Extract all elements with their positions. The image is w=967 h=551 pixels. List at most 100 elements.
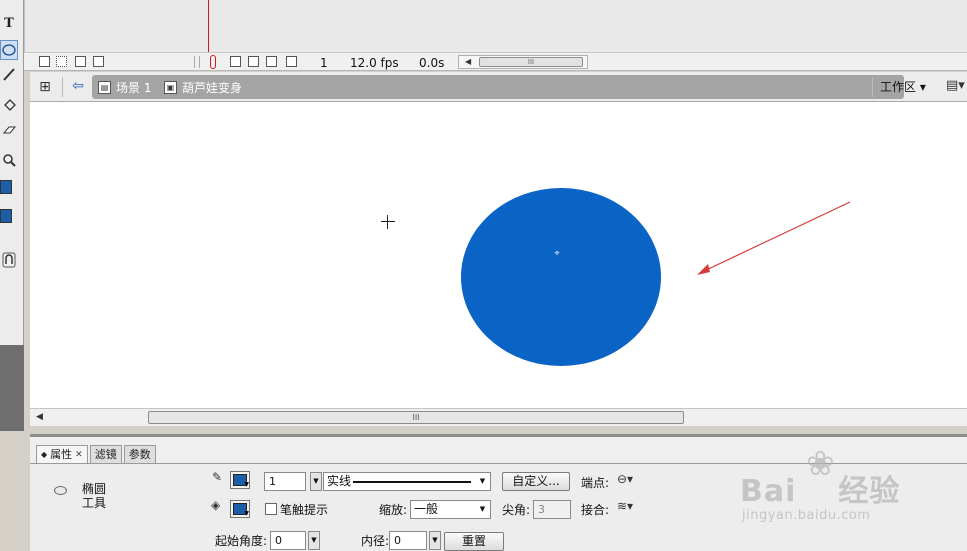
tab-filters[interactable]: 滤镜	[89, 445, 122, 463]
playhead-marker-icon[interactable]	[210, 55, 216, 69]
stroke-hinting-label: 笔触提示	[280, 503, 329, 517]
breadcrumb-symbol[interactable]: ▣ 葫芦娃变身	[164, 79, 242, 96]
tab-parameters-label: 参数	[128, 447, 151, 461]
blue-oval-shape[interactable]	[461, 188, 661, 366]
stroke-width-dropdown[interactable]: ▼	[310, 472, 322, 491]
custom-stroke-button[interactable]: 自定义...	[502, 472, 570, 491]
scale-value: 一般	[414, 502, 439, 516]
timeline-status-bar: 1 12.0 fps 0.0s ◀ III	[24, 52, 967, 71]
tab-properties[interactable]: ◆ 属性 ✕	[36, 445, 88, 463]
tab-properties-label: 属性	[50, 447, 73, 461]
start-angle-input[interactable]: 0	[270, 531, 306, 550]
pencil-icon: ✎	[212, 470, 223, 484]
tool-name-line1: 椭圆	[82, 482, 107, 496]
scroll-left-arrow-icon[interactable]: ◀	[36, 412, 43, 422]
toolbox-empty-area	[0, 345, 24, 431]
edit-multiple-frames-icon[interactable]	[286, 56, 297, 67]
symbol-label: 葫芦娃变身	[182, 81, 243, 95]
timeline-scroll-thumb[interactable]: III	[479, 57, 583, 67]
breadcrumb-scene[interactable]: ▤ 场景 1	[98, 79, 151, 96]
eraser-tool-icon[interactable]	[0, 120, 18, 140]
stage-scroll-thumb[interactable]: III	[148, 411, 684, 424]
scale-label: 缩放:	[379, 503, 408, 517]
scene-label: 场景 1	[116, 81, 152, 95]
dropdown-arrow-icon: ▼	[244, 481, 249, 488]
onion-skin-icon[interactable]	[248, 56, 259, 67]
divider-grip[interactable]	[194, 56, 200, 68]
close-icon[interactable]: ✕	[75, 447, 83, 463]
edit-scene-icon[interactable]: ▤▾	[946, 78, 965, 93]
stroke-style-preview	[353, 481, 471, 483]
reset-button[interactable]: 重置	[444, 532, 504, 551]
stroke-width-input[interactable]: 1	[264, 472, 306, 491]
timeline-frames-area[interactable]	[24, 0, 967, 52]
scroll-left-arrow-icon[interactable]: ◀	[465, 57, 471, 66]
inner-radius-input[interactable]: 0	[389, 531, 427, 550]
tool-name-line2: 工具	[82, 496, 107, 510]
back-arrow-icon[interactable]: ⇦	[70, 78, 86, 94]
crosshair-cursor-icon	[381, 215, 395, 229]
start-angle-slider-toggle[interactable]: ▼	[308, 531, 320, 550]
timeline-toggle-icon[interactable]: ⊞	[36, 78, 54, 96]
graphic-symbol-icon: ▣	[164, 81, 177, 94]
watermark-brand: Bai 经验	[740, 474, 901, 509]
paint-bucket-icon: ◈	[211, 498, 221, 512]
stage-horizontal-scrollbar[interactable]: ◀ III	[30, 408, 967, 426]
watermark-url: jingyan.baidu.com	[742, 508, 871, 523]
miter-input[interactable]: 3	[533, 500, 571, 519]
scale-select[interactable]: 一般 ▼	[410, 500, 491, 519]
center-frame-icon[interactable]	[230, 56, 241, 67]
tab-bullet-icon: ◆	[41, 449, 48, 459]
cap-style-dropdown-icon[interactable]: ⊖▾	[617, 472, 633, 486]
brush-tool-icon[interactable]	[0, 64, 18, 84]
insert-layer-icon[interactable]	[39, 56, 50, 67]
start-angle-label: 起始角度:	[215, 534, 268, 548]
stroke-style-label: 实线	[327, 474, 352, 488]
workspace-menu[interactable]: 工作区 ▾	[880, 78, 926, 95]
folder-icon[interactable]	[75, 56, 86, 67]
fill-color-picker[interactable]: ▼	[230, 500, 250, 518]
onion-outline-icon[interactable]	[266, 56, 277, 67]
join-style-dropdown-icon[interactable]: ≋▾	[617, 499, 633, 513]
trash-icon[interactable]	[93, 56, 104, 67]
panel-tabs: ◆ 属性 ✕ 滤镜 参数	[36, 445, 158, 463]
inner-radius-label: 内径:	[361, 534, 390, 548]
frame-rate[interactable]: 12.0 fps	[350, 56, 399, 70]
breadcrumb: ▤ 场景 1 ▣ 葫芦娃变身	[92, 75, 904, 99]
zoom-tool-icon[interactable]	[0, 150, 18, 170]
motion-guide-icon[interactable]	[56, 56, 67, 67]
tab-filters-label: 滤镜	[94, 447, 117, 461]
chevron-down-icon: ▼	[479, 477, 486, 485]
red-annotation-arrow	[697, 201, 851, 275]
divider	[872, 77, 873, 97]
stroke-style-select[interactable]: 实线 ▼	[323, 472, 491, 491]
workspace-label: 工作区	[880, 80, 917, 94]
text-tool-icon[interactable]: T	[0, 13, 18, 33]
cap-label: 端点:	[581, 476, 610, 490]
timeline-scrollbar[interactable]: ◀ III	[458, 55, 588, 69]
inner-radius-slider-toggle[interactable]: ▼	[429, 531, 441, 550]
join-label: 接合:	[581, 503, 610, 517]
chevron-down-icon: ▼	[479, 505, 486, 513]
stage-canvas[interactable]: ⌖	[30, 102, 967, 408]
stroke-hinting-checkbox[interactable]	[265, 503, 277, 515]
fill-color-swatch[interactable]	[0, 209, 12, 223]
miter-label: 尖角:	[502, 503, 531, 517]
current-frame: 1	[320, 56, 328, 70]
snap-magnet-icon[interactable]	[0, 250, 18, 270]
oval-tool-preview-icon	[54, 486, 67, 495]
stroke-color-swatch[interactable]	[0, 180, 12, 194]
oval-tool-icon[interactable]	[0, 40, 18, 60]
paint-bucket-tool-icon[interactable]	[0, 95, 18, 115]
baidu-jingyan-watermark: ❀ Bai 经验 jingyan.baidu.com	[740, 444, 930, 534]
dropdown-arrow-icon: ▼	[244, 510, 249, 517]
divider	[62, 77, 63, 97]
stroke-color-picker[interactable]: ▼	[230, 471, 250, 489]
toolbox: T	[0, 0, 24, 345]
elapsed-time: 0.0s	[419, 56, 445, 70]
tab-parameters[interactable]: 参数	[123, 445, 156, 463]
registration-point-icon: ⌖	[554, 249, 560, 259]
tool-name: 椭圆 工具	[82, 482, 112, 510]
playhead-line	[208, 0, 209, 52]
edit-bar: ⊞ ⇦ ▤ 场景 1 ▣ 葫芦娃变身 工作区 ▾ ▤▾	[30, 72, 967, 102]
